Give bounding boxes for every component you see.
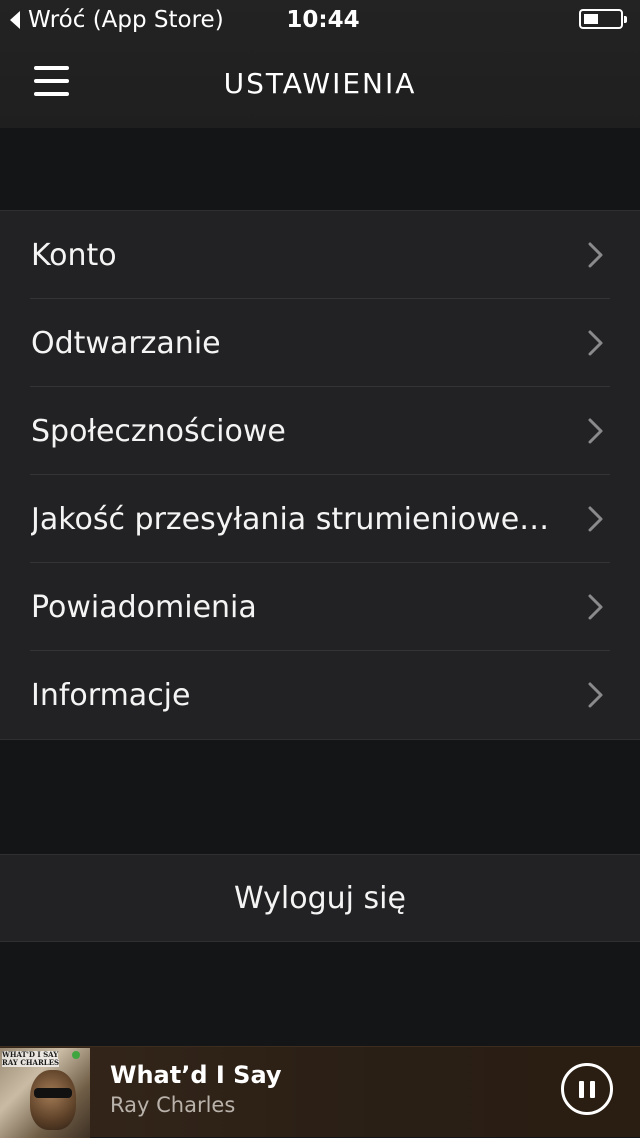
cover-logo-icon (72, 1051, 80, 1059)
settings-item-jakosc-przesylania[interactable]: Jakość przesyłania strumieniowego (0, 475, 640, 563)
cover-sunglasses (34, 1088, 72, 1098)
track-title[interactable]: What’d I Say (110, 1061, 282, 1089)
chevron-right-icon (588, 418, 603, 444)
settings-item-label: Powiadomienia (31, 589, 257, 625)
settings-item-konto[interactable]: Konto (0, 211, 640, 299)
settings-item-label: Informacje (31, 677, 191, 713)
battery-nub (624, 16, 627, 23)
status-bar: Wróć (App Store) 10:44 (0, 0, 640, 40)
logout-button[interactable]: Wyloguj się (0, 854, 640, 942)
settings-list: Konto Odtwarzanie Społecznościowe Jakość… (0, 210, 640, 740)
settings-item-spolecznosciowe[interactable]: Społecznościowe (0, 387, 640, 475)
page-title: USTAWIENIA (223, 67, 417, 100)
settings-item-label: Społecznościowe (31, 413, 286, 449)
chevron-right-icon (588, 330, 603, 356)
now-playing-bar[interactable]: WHAT'D I SAY RAY CHARLES (0, 1046, 640, 1138)
settings-item-powiadomienia[interactable]: Powiadomienia (0, 563, 640, 651)
settings-item-label: Odtwarzanie (31, 325, 221, 361)
battery-icon (579, 9, 627, 29)
settings-item-label: Konto (31, 237, 117, 273)
pause-bar (590, 1081, 595, 1098)
chevron-right-icon (588, 242, 603, 268)
chevron-right-icon (588, 506, 603, 532)
album-cover[interactable]: WHAT'D I SAY RAY CHARLES (0, 1048, 90, 1138)
settings-item-odtwarzanie[interactable]: Odtwarzanie (0, 299, 640, 387)
track-artist[interactable]: Ray Charles (110, 1093, 235, 1117)
battery-fill (584, 14, 598, 24)
pause-icon[interactable] (561, 1063, 613, 1115)
chevron-right-icon (588, 682, 603, 708)
settings-item-informacje[interactable]: Informacje (0, 651, 640, 739)
status-time: 10:44 (286, 7, 360, 33)
pause-bar (579, 1081, 584, 1098)
chevron-right-icon (588, 594, 603, 620)
settings-item-label: Jakość przesyłania strumieniowego (31, 501, 556, 537)
cover-portrait (30, 1070, 76, 1130)
cover-text-artist: RAY CHARLES (2, 1058, 60, 1067)
